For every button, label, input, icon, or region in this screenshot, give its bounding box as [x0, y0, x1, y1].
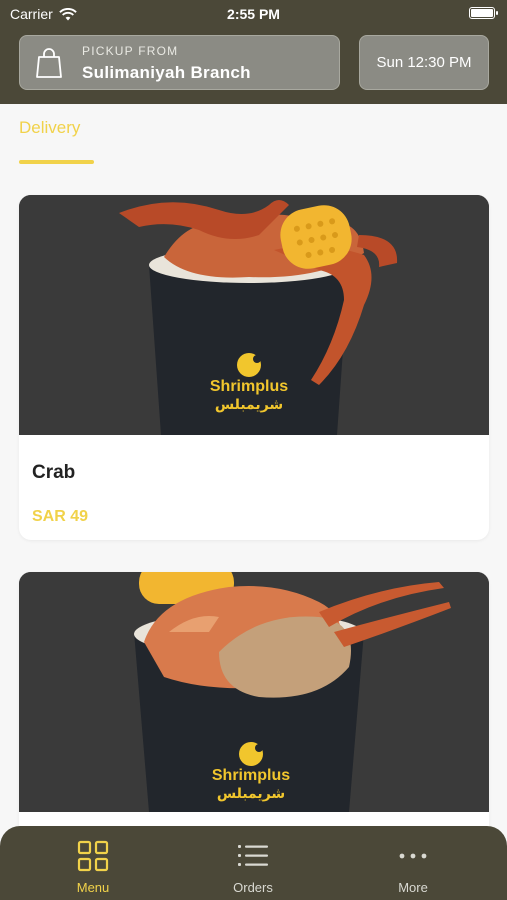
pickup-branch-selector[interactable]: PICKUP FROM Sulimaniyah Branch — [19, 35, 340, 90]
lobster-bucket-image: Shrimplus شريمبلس — [19, 572, 489, 812]
schedule-time-label: Sun 12:30 PM — [376, 54, 472, 71]
pickup-label: PICKUP FROM — [82, 44, 179, 58]
tab-menu[interactable]: Menu — [33, 826, 153, 900]
header: Carrier 2:55 PM PICKUP FROM Sulimaniyah … — [0, 0, 507, 104]
tab-active-indicator — [19, 160, 94, 164]
status-bar: Carrier 2:55 PM — [0, 0, 507, 28]
battery-icon — [469, 7, 498, 19]
tab-orders[interactable]: Orders — [193, 826, 313, 900]
brand-logo-ar: شريمبلس — [215, 397, 283, 413]
menu-item-card[interactable]: Shrimplus شريمبلس Crab SAR 49 — [19, 195, 489, 540]
tab-more[interactable]: More — [353, 826, 473, 900]
item-price: SAR 49 — [32, 508, 89, 525]
brand-logo-ar: شريمبلس — [217, 786, 285, 802]
brand-logo-en: Shrimplus — [210, 378, 288, 395]
shopping-bag-icon — [36, 48, 62, 78]
tab-menu-label: Menu — [76, 880, 110, 895]
bottom-tab-bar: Menu Orders More — [0, 826, 507, 900]
tab-orders-label: Orders — [233, 880, 273, 895]
status-time: 2:55 PM — [227, 6, 280, 22]
branch-name: Sulimaniyah Branch — [82, 63, 251, 82]
grid-icon — [77, 840, 109, 872]
schedule-time-button[interactable]: Sun 12:30 PM — [359, 35, 489, 90]
list-icon — [238, 845, 268, 866]
brand-logo-en: Shrimplus — [212, 767, 290, 784]
tab-delivery[interactable]: Delivery — [19, 118, 80, 138]
tab-more-label: More — [398, 880, 428, 895]
crab-bucket-image: Shrimplus شريمبلس — [19, 195, 489, 435]
more-icon — [399, 853, 427, 859]
item-name: Crab — [32, 462, 76, 483]
